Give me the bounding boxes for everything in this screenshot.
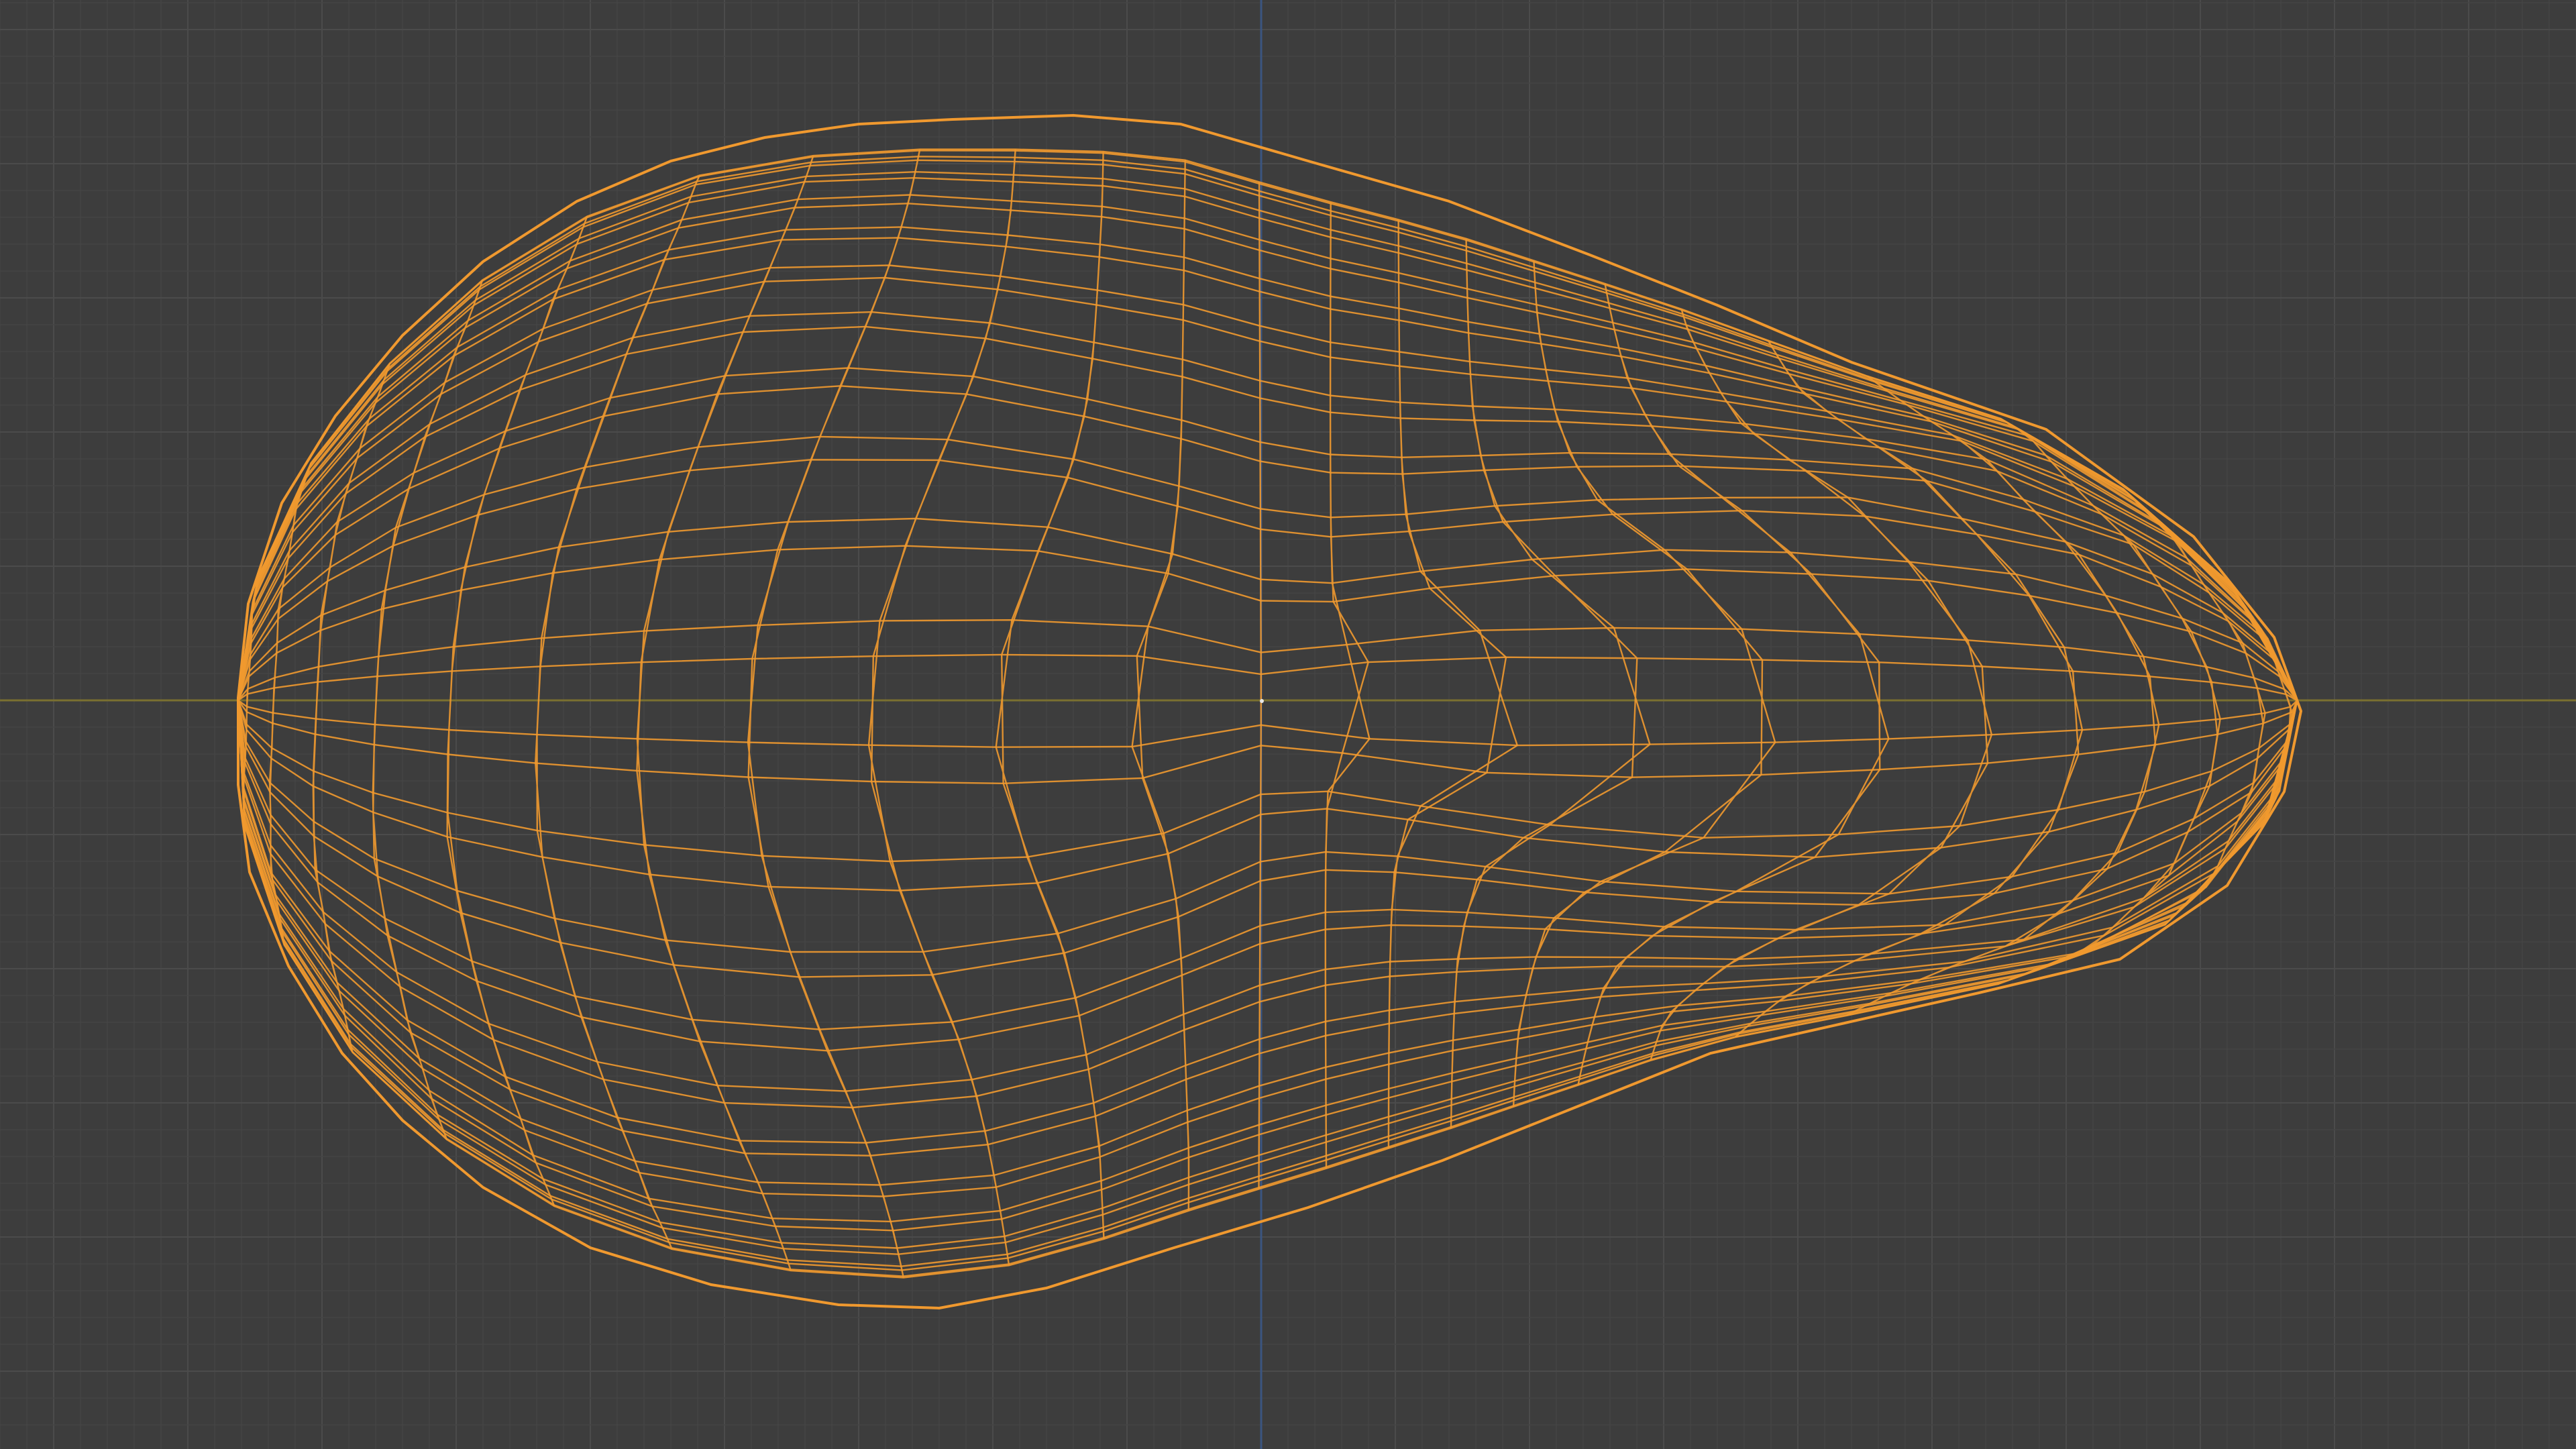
mesh-edge-ring — [1845, 375, 2160, 1017]
mesh-edge-meridian — [237, 545, 2298, 702]
mesh-edge-meridian — [237, 700, 2298, 1157]
viewport-grid — [0, 0, 2576, 1449]
mesh-edge-meridian — [237, 619, 2298, 702]
mesh-edge-ring — [747, 149, 921, 1278]
mesh-edge-meridian — [237, 385, 2298, 701]
mesh-edge-meridian — [237, 700, 2298, 953]
mesh-edge-meridian — [237, 435, 2298, 701]
3d-viewport[interactable] — [0, 0, 2576, 1449]
mesh-edge-meridian — [237, 700, 2298, 1092]
mesh-edge-meridian — [237, 700, 2298, 1223]
mesh-edge-ring — [312, 363, 391, 1053]
mesh-edge-meridian — [237, 700, 2298, 1232]
mesh-edge-meridian — [237, 700, 2298, 1279]
mesh-edge-meridian — [237, 700, 2298, 978]
mesh-edge-meridian — [237, 264, 2298, 701]
mesh-edge-ring — [1577, 283, 1890, 1085]
mesh-edge-ring — [446, 216, 588, 1207]
mesh-edge-meridian — [237, 653, 2298, 702]
mesh-edge-meridian — [237, 700, 2298, 892]
mesh-edge-meridian — [237, 367, 2298, 701]
mesh-edge-meridian — [237, 700, 2298, 1249]
object-origin-marker — [1260, 699, 1264, 703]
mesh-edge-ring — [1734, 339, 2084, 1038]
mesh-edge-ring — [1512, 260, 1776, 1107]
